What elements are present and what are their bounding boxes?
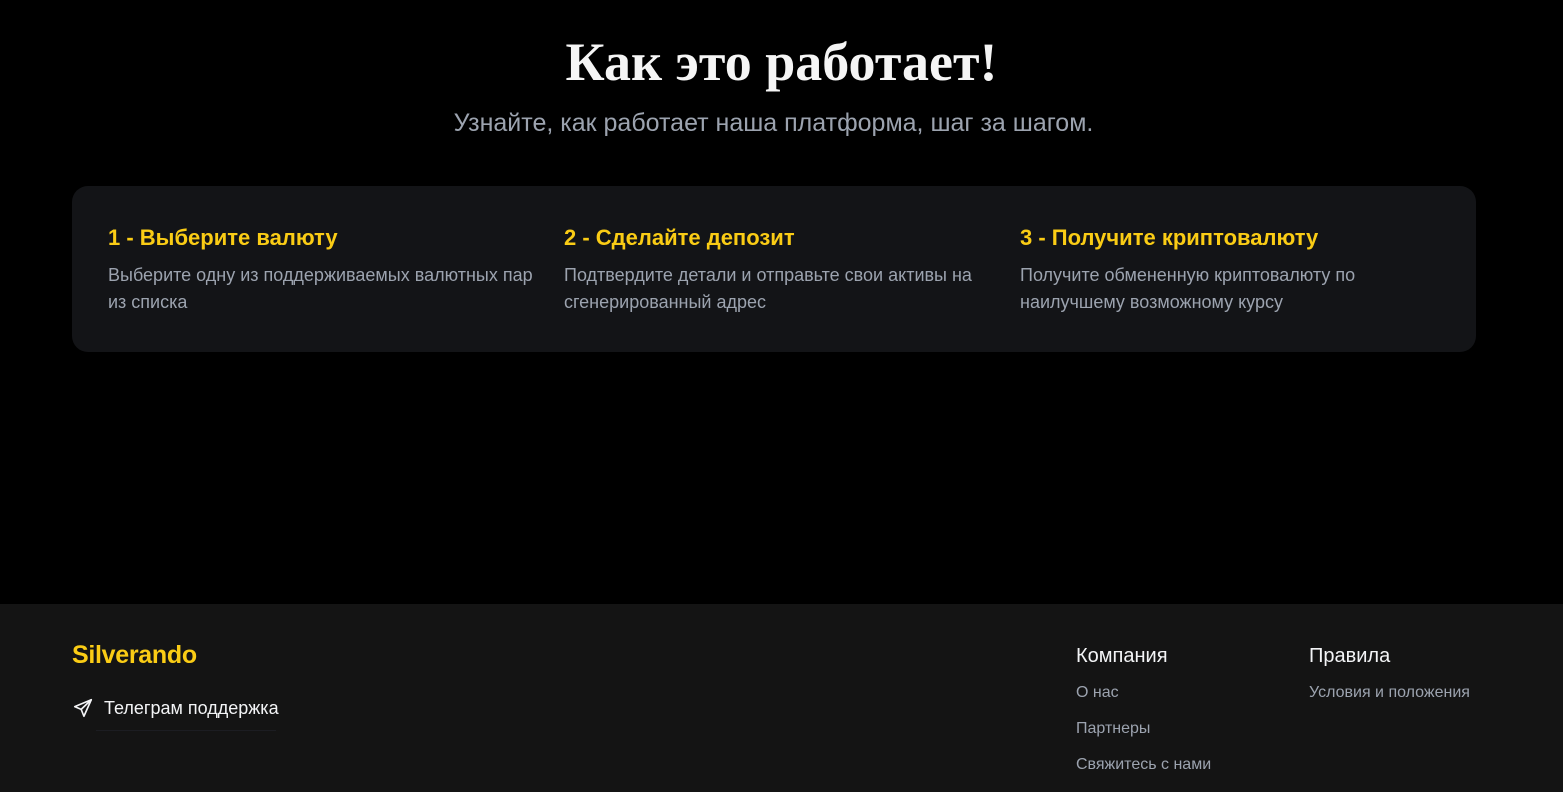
footer-link-terms[interactable]: Условия и положения — [1309, 683, 1470, 703]
step-title: 1 - Выберите валюту — [108, 225, 338, 250]
footer-column-title: Компания — [1076, 645, 1168, 667]
step-title: 2 - Сделайте депозит — [564, 225, 795, 250]
step-1: 1 - Выберите валюту Выберите одну из под… — [108, 224, 538, 316]
step-3: 3 - Получите криптовалюту Получите обмен… — [1020, 224, 1450, 316]
step-description: Подтвердите детали и отправьте свои акти… — [564, 265, 972, 312]
steps-card: 1 - Выберите валюту Выберите одну из под… — [72, 186, 1476, 352]
telegram-support-label: Телеграм поддержка — [104, 697, 279, 718]
how-it-works-section: Как это работает! Узнайте, как работает … — [0, 0, 1563, 604]
step-title: 3 - Получите криптовалюту — [1020, 225, 1319, 250]
footer-column-company: Компания О нас Партнеры Свяжитесь с нами — [1076, 644, 1211, 775]
telegram-support-link[interactable]: Телеграм поддержка — [72, 695, 279, 721]
step-description: Выберите одну из поддерживаемых валютных… — [108, 265, 533, 312]
site-footer: Silverando Телеграм поддержка Компания О… — [0, 604, 1563, 792]
section-title: Как это работает! — [565, 32, 998, 92]
send-icon — [72, 697, 94, 719]
page: Как это работает! Узнайте, как работает … — [0, 0, 1563, 792]
step-2: 2 - Сделайте депозит Подтвердите детали … — [564, 224, 994, 316]
step-description: Получите обмененную криптовалюту по наил… — [1020, 265, 1356, 312]
footer-link-partners[interactable]: Партнеры — [1076, 719, 1211, 739]
footer-column-title: Правила — [1309, 645, 1391, 667]
brand-logo[interactable]: Silverando — [72, 640, 197, 670]
footer-link-contact[interactable]: Свяжитесь с нами — [1076, 755, 1211, 775]
divider — [96, 730, 276, 731]
footer-column-rules: Правила Условия и положения — [1309, 644, 1470, 703]
section-subtitle: Узнайте, как работает наша платформа, ша… — [453, 109, 1094, 137]
footer-link-about[interactable]: О нас — [1076, 683, 1211, 703]
